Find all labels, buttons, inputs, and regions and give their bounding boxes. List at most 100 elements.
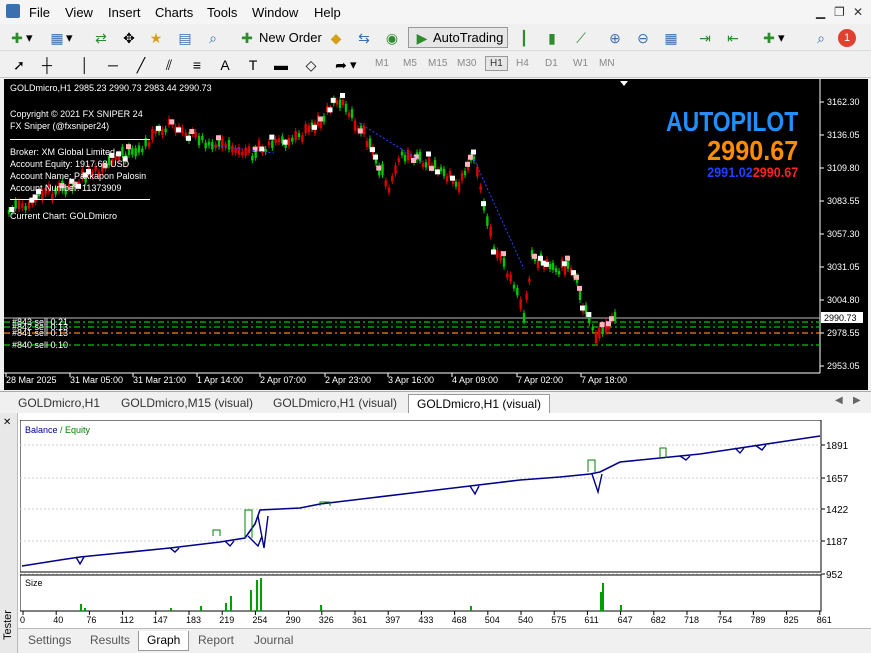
candle-body bbox=[554, 268, 558, 273]
text-icon[interactable]: A bbox=[216, 54, 234, 75]
trade-marker bbox=[491, 249, 496, 255]
trade-marker bbox=[156, 125, 161, 131]
chart-tabs: GOLDmicro,H1 GOLDmicro,M15 (visual) GOLD… bbox=[0, 391, 871, 413]
tab-settings[interactable]: Settings bbox=[20, 631, 79, 651]
trendline-icon[interactable]: ╱ bbox=[132, 54, 150, 75]
x-tick-label: 647 bbox=[618, 615, 633, 625]
autopilot-price: 2990.67 bbox=[706, 135, 798, 166]
tab-graph[interactable]: Graph bbox=[138, 631, 190, 651]
menu-help[interactable]: Help bbox=[314, 5, 341, 20]
trade-history-icon[interactable]: ⇆ bbox=[355, 27, 373, 48]
candle-body bbox=[365, 140, 369, 147]
rectangle-icon[interactable]: ▬ bbox=[272, 54, 290, 75]
line-chart-icon[interactable]: ⟋ bbox=[572, 27, 590, 48]
candle-body bbox=[516, 287, 519, 296]
candle-body bbox=[294, 130, 297, 141]
timeframe-m1[interactable]: M1 bbox=[375, 58, 389, 69]
x-tick-label: 861 bbox=[817, 615, 832, 625]
gold-bar-icon[interactable]: ◆ bbox=[327, 27, 345, 48]
x-tick-label: 326 bbox=[319, 615, 334, 625]
trade-marker bbox=[450, 175, 455, 181]
trade-marker bbox=[259, 146, 265, 152]
timeframe-m30[interactable]: M30 bbox=[457, 58, 476, 69]
tab-goldmicro-h1[interactable]: GOLDmicro,H1 bbox=[10, 394, 108, 413]
size-bar bbox=[256, 580, 258, 611]
tile-windows-icon[interactable]: ▦ bbox=[662, 27, 680, 48]
close-icon[interactable]: ✕ bbox=[853, 5, 863, 19]
fibonacci-icon[interactable]: ≡ bbox=[188, 54, 206, 75]
menu-insert[interactable]: Insert bbox=[108, 5, 141, 20]
candle-body bbox=[463, 170, 467, 176]
tab-goldmicro-m15-visual[interactable]: GOLDmicro,M15 (visual) bbox=[113, 394, 261, 413]
candle-body bbox=[394, 165, 397, 174]
size-bar bbox=[80, 604, 82, 611]
profiles-icon[interactable]: ▦ ▾ bbox=[48, 27, 72, 48]
tab-goldmicro-h1-visual-active[interactable]: GOLDmicro,H1 (visual) bbox=[408, 394, 551, 413]
bar-chart-icon[interactable]: ┃ bbox=[515, 27, 533, 48]
trade-marker bbox=[435, 169, 440, 175]
x-tick-label: 825 bbox=[784, 615, 799, 625]
indicators-icon[interactable]: ✚ ▾ bbox=[760, 27, 784, 48]
arrows-icon[interactable]: ➦ ▾ bbox=[332, 54, 356, 75]
favorites-icon[interactable]: ★ bbox=[147, 27, 165, 48]
tester-close-icon[interactable]: ✕ bbox=[3, 417, 11, 428]
zoom-out-icon[interactable]: ⊖ bbox=[634, 27, 652, 48]
timeframe-w1[interactable]: W1 bbox=[573, 58, 588, 69]
notifications-button[interactable]: 1 bbox=[838, 27, 856, 48]
tester-graph: 1891 1657 1422 1187 952 Balance / Equity Size 0 4… bbox=[20, 420, 849, 625]
trade-marker bbox=[580, 305, 585, 311]
candle-body bbox=[607, 325, 611, 329]
timeframe-m15[interactable]: M15 bbox=[428, 58, 447, 69]
menu-tools[interactable]: Tools bbox=[207, 5, 237, 20]
text-label-icon[interactable]: T bbox=[244, 54, 262, 75]
trade-marker bbox=[189, 129, 195, 135]
menu-window[interactable]: Window bbox=[252, 5, 298, 20]
tabs-scroll-right-icon[interactable]: ▶ bbox=[853, 395, 861, 406]
horizontal-line-icon[interactable]: ─ bbox=[104, 54, 122, 75]
market-watch-icon[interactable]: ⇄ bbox=[92, 27, 110, 48]
crosshair-icon[interactable]: ┼ bbox=[38, 54, 56, 75]
time-tick-label: 31 Mar 05:00 bbox=[70, 375, 123, 385]
tab-journal[interactable]: Journal bbox=[246, 631, 301, 651]
search-icon[interactable]: ⌕ bbox=[812, 27, 830, 48]
candle-body bbox=[251, 155, 254, 161]
candle-body bbox=[479, 186, 482, 191]
scroll-chart-icon[interactable]: ⇥ bbox=[696, 27, 714, 48]
timeframe-h4[interactable]: H4 bbox=[516, 58, 529, 69]
candle-body bbox=[381, 164, 384, 175]
zoom-in-icon[interactable]: ⊕ bbox=[606, 27, 624, 48]
trade-marker bbox=[358, 128, 363, 134]
candle-body bbox=[287, 137, 291, 146]
timeframe-mn[interactable]: MN bbox=[599, 58, 615, 69]
timeframe-m5[interactable]: M5 bbox=[403, 58, 417, 69]
equidistant-channel-icon[interactable]: ⫽ bbox=[160, 54, 178, 75]
price-chart[interactable]: 3162.30 3136.05 3109.80 3083.55 3057.30 3031.… bbox=[4, 79, 868, 390]
autotrading-button[interactable]: ▶ AutoTrading bbox=[408, 27, 509, 48]
app-icon bbox=[6, 4, 20, 18]
new-order-button[interactable]: ✚ New Order bbox=[238, 27, 322, 48]
signals-icon[interactable]: ◉ bbox=[383, 27, 401, 48]
timeframe-h1[interactable]: H1 bbox=[485, 56, 508, 71]
tab-results[interactable]: Results bbox=[82, 631, 138, 651]
cursor-icon[interactable]: ➚ bbox=[10, 54, 28, 75]
data-window-icon[interactable]: ▤ bbox=[176, 27, 194, 48]
menu-view[interactable]: View bbox=[65, 5, 93, 20]
menu-charts[interactable]: Charts bbox=[155, 5, 193, 20]
tabs-scroll-left-icon[interactable]: ◀ bbox=[835, 395, 843, 406]
candle-chart-icon[interactable]: ▮ bbox=[543, 27, 561, 48]
chart-shift-icon[interactable]: ⇤ bbox=[724, 27, 742, 48]
crosshair-move-icon[interactable]: ✥ bbox=[120, 27, 138, 48]
menu-file[interactable]: File bbox=[29, 5, 50, 20]
minimize-icon[interactable]: ▁ bbox=[816, 5, 825, 19]
trade-marker bbox=[327, 107, 333, 113]
tab-goldmicro-h1-visual[interactable]: GOLDmicro,H1 (visual) bbox=[265, 394, 405, 413]
tab-report[interactable]: Report bbox=[190, 631, 242, 651]
shapes-icon[interactable]: ◇ bbox=[302, 54, 320, 75]
candle-body bbox=[591, 327, 594, 331]
vertical-line-icon[interactable]: │ bbox=[76, 54, 94, 75]
restore-icon[interactable]: ❐ bbox=[834, 5, 845, 19]
new-chart-icon[interactable]: ✚ ▾ bbox=[8, 27, 32, 48]
x-tick-label: 789 bbox=[750, 615, 765, 625]
zoom-search-icon[interactable]: ⌕ bbox=[204, 27, 222, 48]
timeframe-d1[interactable]: D1 bbox=[545, 58, 558, 69]
